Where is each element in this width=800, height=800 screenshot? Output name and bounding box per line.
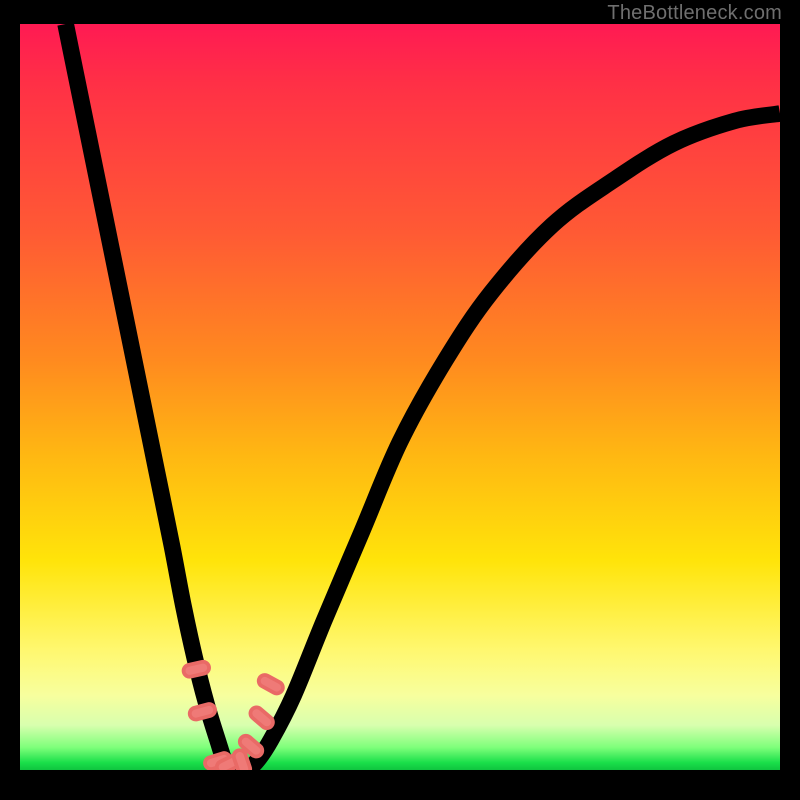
bottleneck-curve bbox=[66, 24, 780, 770]
curve-marker bbox=[248, 705, 275, 731]
chart-frame: TheBottleneck.com bbox=[0, 0, 800, 800]
curve-svg bbox=[20, 24, 780, 770]
plot-area bbox=[20, 24, 780, 770]
watermark-label: TheBottleneck.com bbox=[607, 2, 782, 25]
curve-marker bbox=[257, 673, 285, 696]
